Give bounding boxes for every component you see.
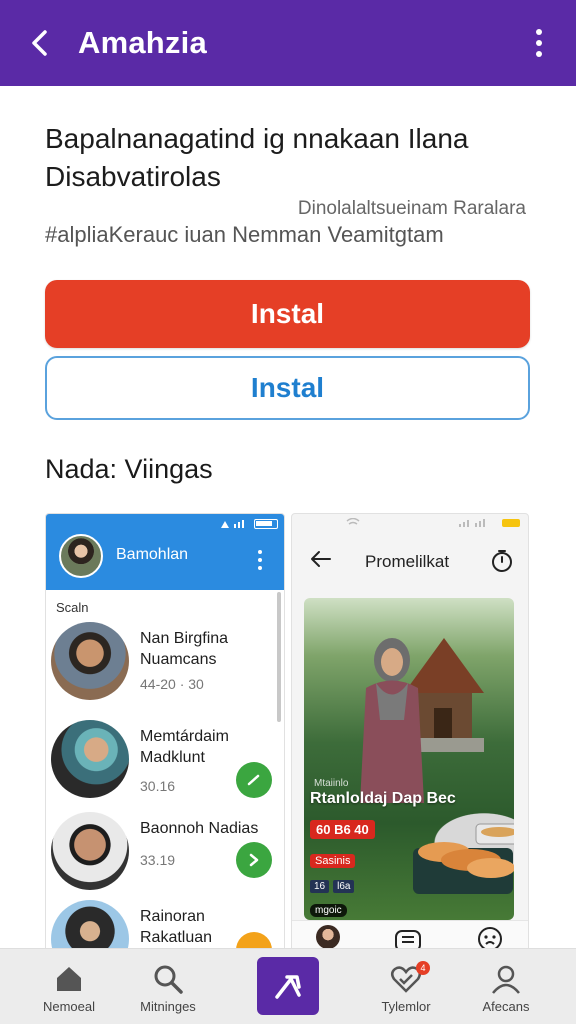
nav-label: Mitninges — [140, 999, 196, 1014]
more-vertical-icon[interactable] — [534, 29, 544, 57]
screenshot-header-bar: Bamohlan — [46, 514, 284, 590]
screenshots-section-title: Nada: Viingas — [45, 454, 213, 484]
nav-item-favorites[interactable]: Tylemlor — [351, 949, 461, 1024]
chip: 16 — [310, 880, 330, 893]
screenshot-header-bar: Promelilkat — [292, 536, 528, 588]
grilled-food-illustration — [413, 842, 514, 894]
list-item: Memtárdaim Madklunt 30.16 — [46, 720, 284, 816]
status-bar-icons — [220, 519, 278, 529]
install-outline-button[interactable]: Instal — [45, 356, 530, 420]
avatar — [51, 812, 129, 890]
avatar — [51, 622, 129, 700]
nav-item-create[interactable] — [257, 957, 319, 1015]
call-button — [236, 762, 272, 798]
contact-name: Baonnoh Nadias — [140, 820, 259, 837]
more-vertical-icon — [258, 550, 264, 570]
list-item: Nan Birgfina Nuamcans 44-20 · 30 — [46, 622, 284, 718]
price-label: 60 B6 40 — [310, 820, 375, 839]
contact-time: 33.19 — [140, 852, 176, 868]
chat-header-name: Bamohlan — [116, 546, 189, 563]
nav-item-search[interactable]: Mitninges — [113, 949, 223, 1024]
screenshot-contacts[interactable]: Bamohlan Scaln Nan Birgfina Nuamcans 44-… — [45, 513, 285, 953]
avatar — [51, 900, 129, 952]
call-button — [236, 842, 272, 878]
nav-item-home[interactable]: Nemoeal — [14, 949, 124, 1024]
arrow-left-icon[interactable] — [28, 30, 52, 56]
app-title: Amahzia — [78, 25, 207, 60]
nav-label: Tylemlor — [381, 999, 431, 1014]
contact-time: 30.16 — [140, 778, 176, 794]
nav-label: Nemoeal — [42, 999, 96, 1014]
screenshot-product[interactable]: Promelilkat Mtaiinlo Rtanloldaj Dap Bec … — [291, 513, 529, 953]
photo-hint-text: Mtaiinlo — [314, 778, 349, 789]
contact-name: Memtárdaim Madklunt — [140, 728, 229, 766]
arrow-left-icon — [310, 550, 332, 573]
top-app-bar: Amahzia — [0, 0, 576, 86]
bottom-navigation: Nemoeal Mitninges Tylemlor 4 Afecans — [0, 948, 576, 1024]
avatar — [51, 720, 129, 798]
avatar — [316, 925, 340, 949]
notification-badge: 4 — [416, 961, 430, 975]
avatar — [59, 534, 103, 578]
contact-name: Nan Birgfina Nuamcans — [140, 630, 229, 668]
photo-tag: mgoic — [310, 904, 347, 917]
status-badge: Sasinis — [310, 854, 356, 868]
page-headline: Bapalnanagatind ig nnakaan Ilana Disabva… — [45, 123, 469, 192]
app-subtitle: #alpliaKerauc iuan Nemman Veamitgtam — [45, 222, 444, 247]
nav-label: Afecans — [482, 999, 530, 1014]
screen-title: Promelilkat — [365, 552, 450, 571]
list-item: Rainoran Rakatluan — [46, 900, 284, 952]
list-item: Baonnoh Nadias 33.19 — [46, 812, 284, 908]
photo-caption: Rtanloldaj Dap Bec — [310, 790, 456, 807]
profile-icon — [492, 965, 520, 994]
chip: l6a — [333, 880, 355, 893]
product-photo: Mtaiinlo Rtanloldaj Dap Bec 60 B6 40 Sas… — [304, 598, 514, 920]
install-button[interactable]: Instal — [45, 280, 530, 348]
status-bar-icons — [292, 514, 528, 536]
search-icon — [154, 965, 183, 994]
developer-label: Dinolalaltsueinam Raralara — [297, 198, 526, 219]
timer-icon — [490, 548, 514, 579]
create-icon — [275, 975, 301, 999]
home-icon — [57, 967, 81, 991]
chip-row: 16 l6a — [310, 880, 355, 893]
list-section-label: Scaln — [56, 600, 89, 615]
nav-item-profile[interactable]: Afecans — [451, 949, 561, 1024]
contact-time: 44-20 · 30 — [140, 676, 204, 692]
